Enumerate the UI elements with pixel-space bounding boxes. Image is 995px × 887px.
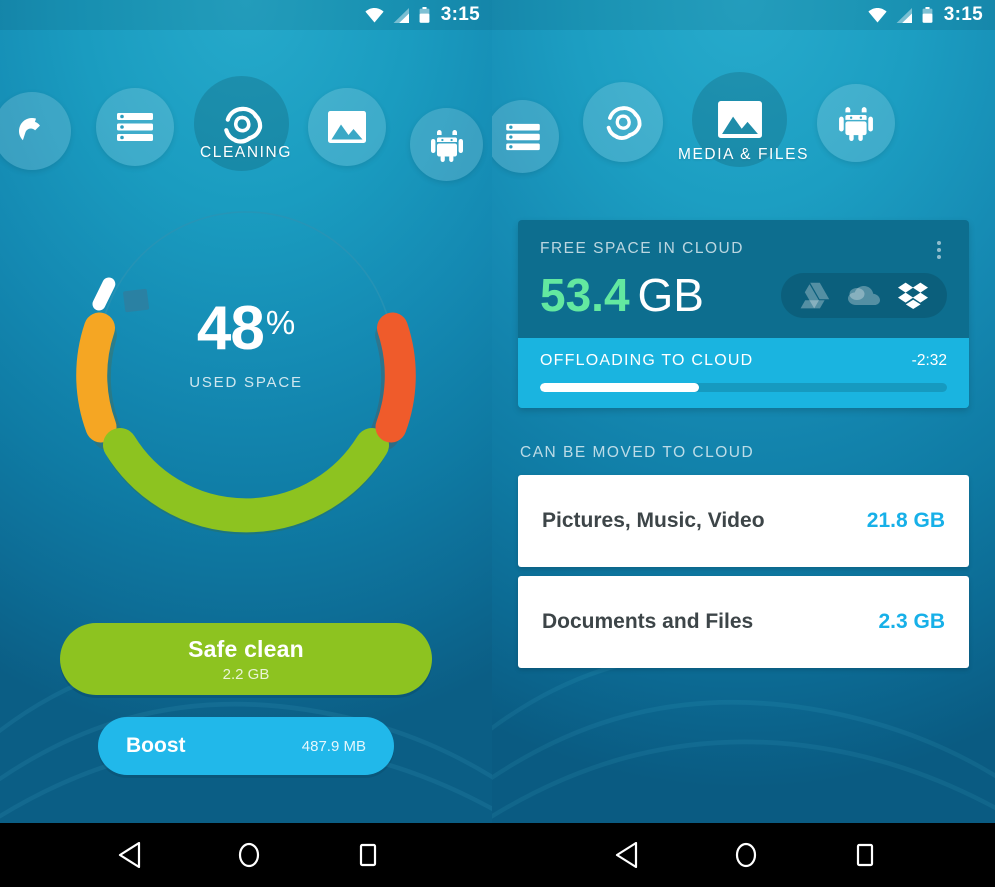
- file-category-name: Pictures, Music, Video: [542, 509, 765, 532]
- free-space-unit: GB: [637, 269, 704, 321]
- cellular-signal-icon: [393, 7, 409, 23]
- google-drive-icon[interactable]: [800, 282, 830, 309]
- right-top-nav: MEDIA & FILES: [492, 30, 995, 178]
- right-status-bar: 3:15: [492, 0, 995, 30]
- back-triangle-icon[interactable]: [597, 825, 657, 885]
- cloud-card-title: FREE SPACE IN CLOUD: [540, 240, 744, 257]
- battery-icon: [922, 7, 933, 23]
- right-nav-label: MEDIA & FILES: [677, 146, 810, 163]
- move-section-title: CAN BE MOVED TO CLOUD: [520, 444, 755, 461]
- android-navbar-left: [0, 823, 497, 887]
- recents-square-icon[interactable]: [338, 825, 398, 885]
- offloading-progress-fill: [540, 383, 699, 392]
- boost-size: 487.9 MB: [301, 737, 366, 755]
- gauge-segment-risk: [375, 312, 416, 443]
- free-space-number: 53.4: [540, 269, 630, 321]
- offloading-progress-bar: [540, 383, 947, 392]
- status-bar-time: 3:15: [440, 4, 480, 25]
- android-navbar-right: [497, 823, 994, 887]
- boost-label: Boost: [126, 734, 186, 757]
- photo-icon: [328, 111, 366, 143]
- home-circle-icon[interactable]: [219, 825, 279, 885]
- left-top-nav: CLEANING: [0, 30, 492, 181]
- gauge-segment-safe: [103, 428, 389, 533]
- cellular-signal-icon: [896, 7, 912, 23]
- onedrive-cloud-icon[interactable]: [848, 284, 880, 306]
- wifi-icon: [365, 7, 384, 22]
- android-navigation-bar: [0, 823, 995, 887]
- gauge-svg: [76, 211, 416, 535]
- left-phone-panel: 3:15 CLEANING 48% USED SPACE Safe clean …: [0, 0, 492, 823]
- right-content: FREE SPACE IN CLOUD 53.4 GB OFFLOADING T…: [492, 220, 995, 668]
- safe-clean-label: Safe clean: [188, 635, 304, 662]
- free-space-cloud-card: FREE SPACE IN CLOUD 53.4 GB OFFLOADING T…: [518, 220, 969, 408]
- left-status-bar: 3:15: [0, 0, 492, 30]
- file-category-size: 21.8 GB: [866, 509, 945, 532]
- screenshot-root: 3:15 CLEANING 48% USED SPACE Safe clean …: [0, 0, 995, 887]
- right-phone-panel: 3:15 MEDIA & FILES FREE SPACE IN CLOUD 5…: [492, 0, 995, 830]
- offloading-remaining-time: -2:32: [911, 352, 947, 369]
- gauge-marker: [92, 277, 116, 311]
- cloud-card-header: FREE SPACE IN CLOUD 53.4 GB: [518, 220, 969, 338]
- cloud-services-pill: [781, 272, 947, 318]
- offloading-label: OFFLOADING TO CLOUD: [540, 352, 754, 369]
- kebab-menu-icon[interactable]: [929, 238, 949, 262]
- android-robot-icon: [839, 107, 873, 141]
- safe-clean-button[interactable]: Safe clean 2.2 GB: [60, 623, 432, 695]
- wifi-icon: [868, 7, 887, 22]
- gauge-accent-square: [123, 288, 150, 313]
- boost-button[interactable]: Boost 487.9 MB: [98, 717, 394, 775]
- back-triangle-icon[interactable]: [100, 825, 160, 885]
- list-item[interactable]: Pictures, Music, Video 21.8 GB: [518, 475, 969, 567]
- status-bar-time: 3:15: [943, 4, 983, 25]
- offloading-section: OFFLOADING TO CLOUD -2:32: [518, 338, 969, 408]
- storage-list-icon: [117, 113, 153, 141]
- cleaning-pinwheel-icon: [606, 106, 642, 140]
- file-category-size: 2.3 GB: [878, 610, 945, 633]
- left-nav-label: CLEANING: [199, 144, 293, 161]
- avast-logo-icon: [18, 118, 40, 141]
- photo-icon: [717, 101, 762, 138]
- left-action-buttons: Safe clean 2.2 GB Boost 487.9 MB: [0, 623, 492, 775]
- dropbox-icon[interactable]: [898, 282, 928, 309]
- safe-clean-size: 2.2 GB: [222, 665, 270, 683]
- free-space-value: 53.4 GB: [540, 272, 704, 318]
- file-category-name: Documents and Files: [542, 610, 754, 633]
- recents-square-icon[interactable]: [835, 825, 895, 885]
- gauge-segment-junk: [76, 312, 117, 443]
- cleaning-pinwheel-icon: [223, 106, 262, 143]
- used-space-gauge: 48% USED SPACE: [0, 180, 492, 580]
- home-circle-icon[interactable]: [716, 825, 776, 885]
- list-item[interactable]: Documents and Files 2.3 GB: [518, 576, 969, 668]
- battery-icon: [419, 7, 430, 23]
